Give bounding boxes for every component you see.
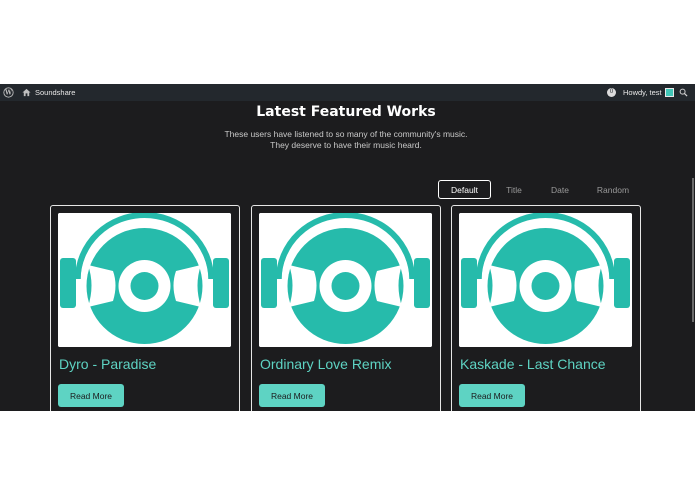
work-thumbnail[interactable] xyxy=(259,213,432,347)
page-viewport: W Soundshare 0 Howdy, test Latest Featur… xyxy=(0,84,695,411)
svg-text:W: W xyxy=(4,90,12,97)
work-title[interactable]: Ordinary Love Remix xyxy=(260,356,392,372)
work-card[interactable]: Kaskade - Last Chance Read More xyxy=(451,205,641,411)
work-title[interactable]: Dyro - Paradise xyxy=(59,356,156,372)
page-title: Latest Featured Works xyxy=(256,104,436,120)
read-more-button[interactable]: Read More xyxy=(459,384,525,407)
avatar xyxy=(664,88,674,97)
sort-default-button[interactable]: Default xyxy=(438,180,491,199)
read-more-button[interactable]: Read More xyxy=(58,384,124,407)
work-card[interactable]: Dyro - Paradise Read More xyxy=(50,205,240,411)
headphones-disc-icon xyxy=(259,213,432,347)
headphones-disc-icon xyxy=(459,213,632,347)
work-title[interactable]: Kaskade - Last Chance xyxy=(460,356,606,372)
admin-bar: W Soundshare 0 Howdy, test xyxy=(0,84,695,101)
work-thumbnail[interactable] xyxy=(459,213,632,347)
scrollbar[interactable] xyxy=(692,178,694,322)
sort-date-button[interactable]: Date xyxy=(543,180,577,199)
home-icon xyxy=(22,88,31,97)
headphones-disc-icon xyxy=(58,213,231,347)
read-more-button[interactable]: Read More xyxy=(259,384,325,407)
sort-random-button[interactable]: Random xyxy=(592,180,634,199)
sort-title-button[interactable]: Title xyxy=(497,180,531,199)
page-subtitle-line-2: They deserve to have their music heard. xyxy=(270,140,422,150)
user-account-menu[interactable]: Howdy, test xyxy=(623,84,674,101)
work-card[interactable]: Ordinary Love Remix Read More xyxy=(251,205,441,411)
notifications-badge[interactable]: 0 xyxy=(607,88,616,97)
greeting-text: Howdy, test xyxy=(623,88,662,97)
wordpress-logo-icon[interactable]: W xyxy=(3,84,14,101)
work-thumbnail[interactable] xyxy=(58,213,231,347)
site-home-link[interactable]: Soundshare xyxy=(22,84,75,101)
search-icon[interactable] xyxy=(679,84,688,101)
page-subtitle-line-1: These users have listened to so many of … xyxy=(224,129,468,139)
site-name: Soundshare xyxy=(35,88,76,97)
